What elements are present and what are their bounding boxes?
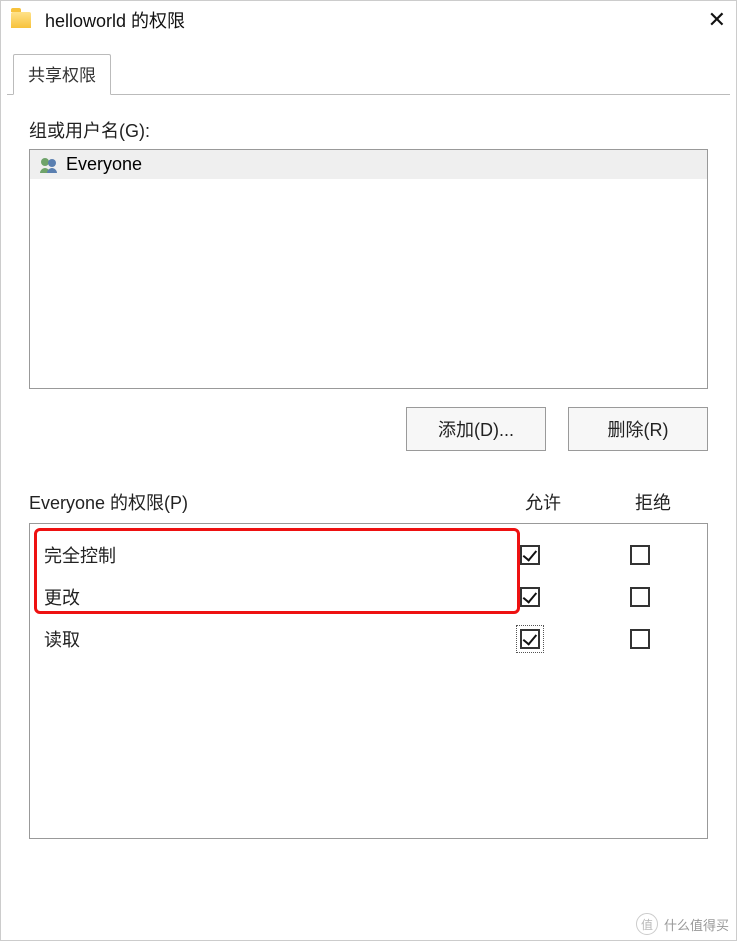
column-deny-label: 拒绝	[598, 489, 708, 515]
checkbox-allow-change[interactable]	[520, 587, 540, 607]
checkbox-allow-full-control[interactable]	[520, 545, 540, 565]
folder-icon	[11, 12, 31, 28]
add-button[interactable]: 添加(D)...	[406, 407, 546, 451]
checkbox-allow-read[interactable]	[520, 629, 540, 649]
checkbox-deny-read[interactable]	[630, 629, 650, 649]
button-row: 添加(D)... 删除(R)	[29, 407, 708, 451]
tab-label: 共享权限	[28, 66, 96, 85]
permissions-header: Everyone 的权限(P) 允许 拒绝	[29, 489, 708, 515]
client-area: 共享权限 组或用户名(G): Everyone	[1, 41, 736, 940]
permissions-dialog: helloworld 的权限 ✕ 共享权限 组或用户名(G):	[0, 0, 737, 941]
permissions-listbox: 完全控制 更改 读取	[29, 523, 708, 839]
permission-row-read: 读取	[42, 618, 695, 660]
list-item[interactable]: Everyone	[30, 150, 707, 179]
users-group-icon	[38, 156, 60, 174]
tab-row: 共享权限	[7, 53, 730, 95]
permission-name: 完全控制	[42, 542, 475, 568]
permission-name: 读取	[42, 626, 475, 652]
list-item-label: Everyone	[66, 154, 142, 175]
panel: 组或用户名(G): Everyone	[7, 95, 730, 940]
close-button[interactable]: ✕	[686, 9, 726, 31]
checkbox-deny-full-control[interactable]	[630, 545, 650, 565]
watermark-badge-icon: 值	[636, 913, 658, 935]
remove-button[interactable]: 删除(R)	[568, 407, 708, 451]
groups-label: 组或用户名(G):	[29, 117, 708, 143]
titlebar: helloworld 的权限 ✕	[1, 1, 736, 41]
window-title: helloworld 的权限	[45, 7, 686, 33]
watermark: 值 什么值得买	[636, 913, 729, 935]
permission-name: 更改	[42, 584, 475, 610]
permissions-title: Everyone 的权限(P)	[29, 489, 488, 515]
users-listbox[interactable]: Everyone	[29, 149, 708, 389]
checkbox-deny-change[interactable]	[630, 587, 650, 607]
tab-share-permissions[interactable]: 共享权限	[13, 54, 111, 95]
column-allow-label: 允许	[488, 489, 598, 515]
watermark-text: 什么值得买	[664, 915, 729, 934]
permission-row-full-control: 完全控制	[42, 534, 695, 576]
permission-row-change: 更改	[42, 576, 695, 618]
